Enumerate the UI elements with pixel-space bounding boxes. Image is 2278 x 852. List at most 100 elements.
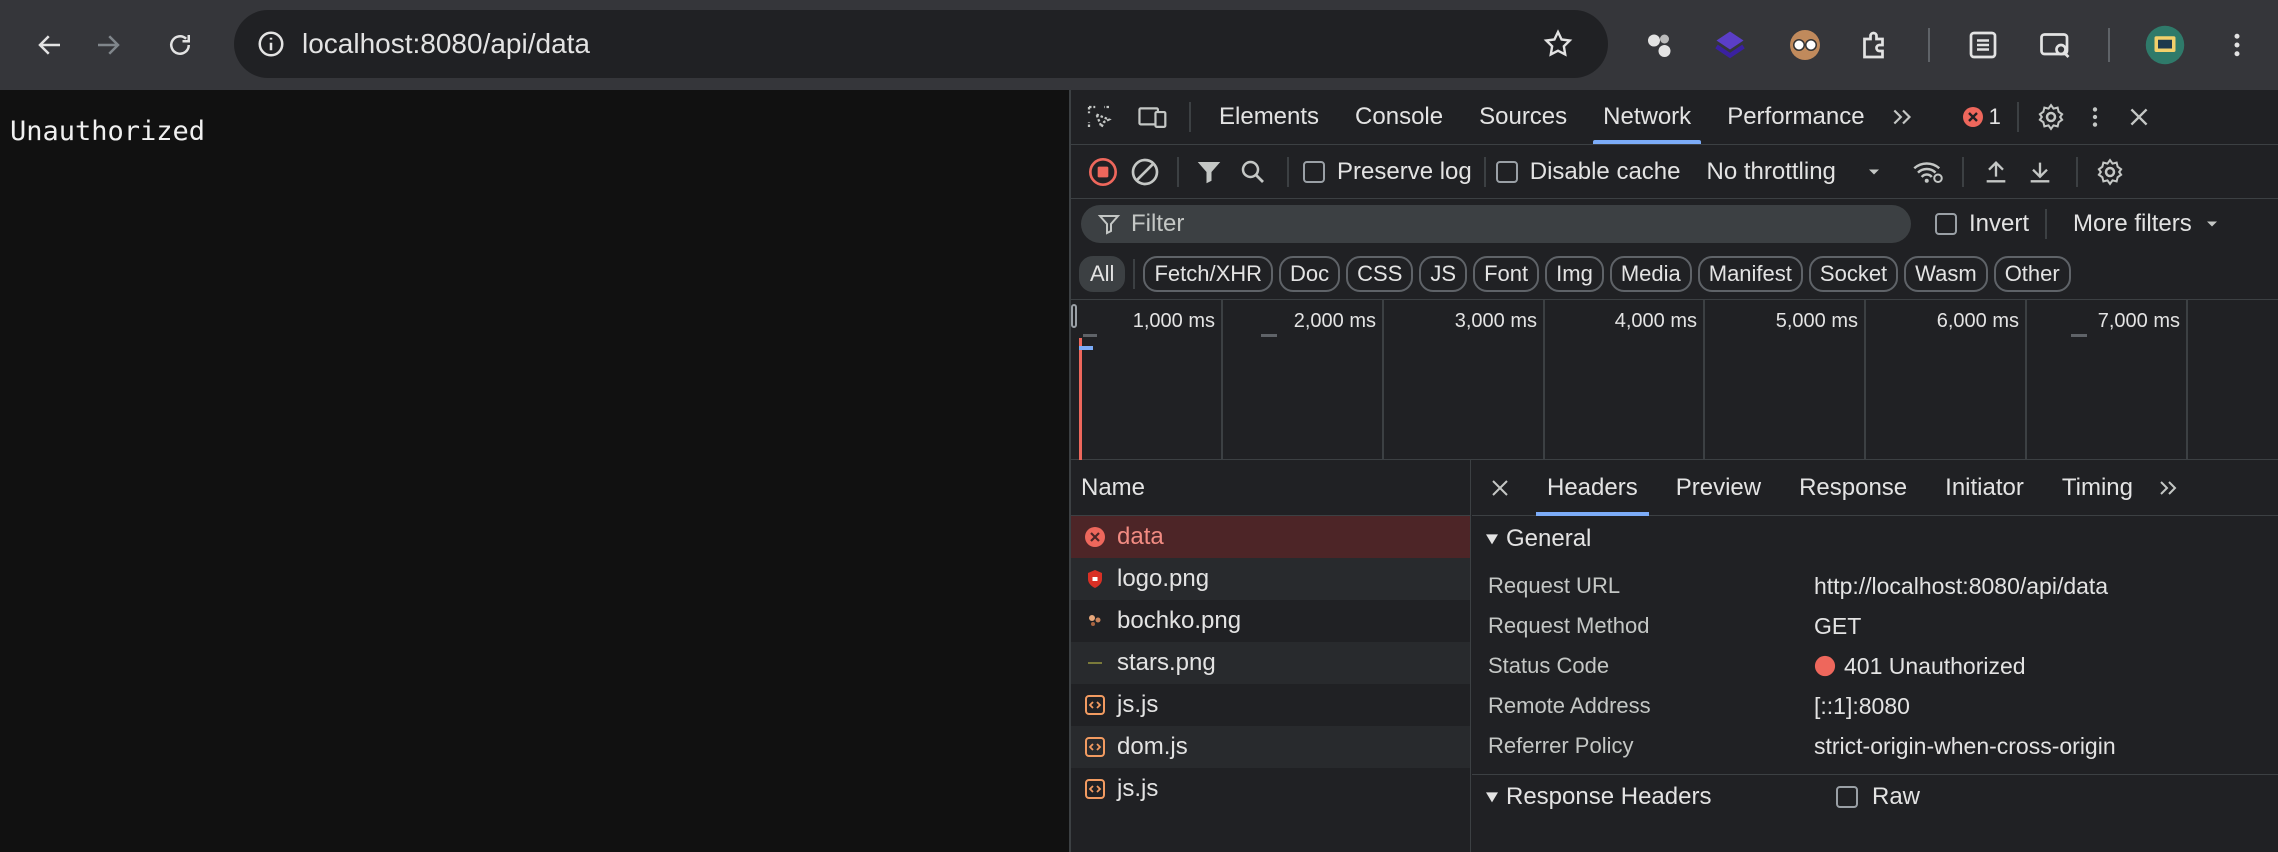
request-row[interactable]: stars.png [1071, 642, 1470, 684]
name-column-header[interactable]: Name [1071, 460, 1470, 516]
tab-network[interactable]: Network [1585, 90, 1709, 144]
forward-icon[interactable] [86, 23, 130, 67]
stop-recording-icon[interactable] [1083, 152, 1123, 192]
devtools-menu-icon[interactable] [2073, 90, 2117, 144]
bookmark-star-icon[interactable] [1540, 26, 1576, 62]
extension-cube-icon[interactable] [1707, 22, 1753, 68]
search-tabs-icon[interactable] [2032, 22, 2078, 68]
dropdown-arrow-icon [2206, 221, 2217, 227]
filter-placeholder: Filter [1131, 210, 1185, 237]
import-har-icon[interactable] [1974, 152, 2018, 192]
request-rows: data logo.png bochko.png stars.png js.js… [1071, 516, 1470, 810]
request-details-pane: Headers Preview Response Initiator Timin… [1472, 460, 2278, 852]
chrome-menu-icon[interactable] [2214, 22, 2260, 68]
network-overview-timeline[interactable]: 1,000 ms 2,000 ms 3,000 ms 4,000 ms 5,00… [1071, 300, 2278, 460]
header-key: Status Code [1488, 653, 1610, 678]
disable-cache-checkbox[interactable] [1495, 160, 1518, 183]
tick-label: 1,000 ms [1132, 310, 1215, 332]
request-row[interactable]: js.js [1071, 684, 1470, 726]
divider [1483, 156, 1486, 187]
section-title: Response Headers [1506, 783, 1712, 810]
script-file-icon [1085, 737, 1105, 757]
filter-chip-socket[interactable]: Socket [1808, 256, 1899, 292]
filter-chip-manifest[interactable]: Manifest [1697, 256, 1803, 292]
preserve-log-checkbox[interactable] [1303, 160, 1325, 183]
filter-chip-doc[interactable]: Doc [1279, 256, 1341, 292]
request-row[interactable]: logo.png [1071, 558, 1470, 600]
resource-type-filters: All Fetch/XHR Doc CSS JS Font Img Media … [1071, 249, 2278, 300]
url-text[interactable]: localhost:8080/api/data [302, 28, 590, 60]
request-row[interactable]: js.js [1071, 768, 1470, 810]
more-tabs-chevron-icon[interactable] [1883, 90, 1923, 144]
timeline-tick: 1,000 ms [1133, 300, 1223, 460]
back-icon[interactable] [28, 23, 72, 67]
header-value: http://localhost:8080/api/data [1814, 572, 2109, 599]
divider [2045, 209, 2048, 239]
close-devtools-icon[interactable] [2117, 90, 2161, 144]
tab-response[interactable]: Response [1780, 460, 1926, 516]
request-row[interactable]: data [1071, 516, 1470, 558]
filter-input[interactable]: Filter [1081, 205, 1911, 243]
devtools-tab-bar: Elements Console Sources Network Perform… [1071, 90, 2278, 145]
tab-initiator[interactable]: Initiator [1926, 460, 2043, 516]
extensions-puzzle-icon[interactable] [1852, 22, 1898, 68]
tab-timing[interactable]: Timing [2043, 460, 2152, 516]
triangle-down-icon [1486, 534, 1498, 545]
response-headers-section-header[interactable]: Response Headers Raw [1472, 775, 2278, 819]
profile-avatar[interactable] [2142, 22, 2188, 68]
throttling-select[interactable]: No throttling [1706, 158, 1883, 186]
filter-funnel-icon[interactable] [1189, 152, 1229, 192]
tab-elements[interactable]: Elements [1201, 90, 1337, 144]
network-conditions-wifi-icon[interactable] [1904, 152, 1952, 192]
filter-chip-other[interactable]: Other [1993, 256, 2071, 292]
timeline-start-marker [1079, 338, 1082, 460]
more-filters-dropdown[interactable]: More filters [2073, 210, 2222, 238]
toolbar-divider [2108, 28, 2110, 62]
filter-chip-font[interactable]: Font [1473, 256, 1540, 292]
timeline-start-handle[interactable] [1071, 304, 1077, 328]
tab-headers[interactable]: Headers [1528, 460, 1657, 516]
device-toolbar-icon[interactable] [1127, 90, 1179, 144]
clear-icon[interactable] [1123, 152, 1167, 192]
header-value: GET [1814, 612, 1862, 639]
filter-chip-fetch-xhr[interactable]: Fetch/XHR [1143, 256, 1274, 292]
close-details-icon[interactable] [1472, 460, 1528, 516]
invert-checkbox[interactable] [1935, 213, 1957, 235]
tab-preview[interactable]: Preview [1657, 460, 1780, 516]
request-name: logo.png [1117, 565, 1210, 592]
header-key: Referrer Policy [1488, 733, 1634, 758]
filter-chip-wasm[interactable]: Wasm [1904, 256, 1988, 292]
tab-console[interactable]: Console [1337, 90, 1461, 144]
filter-chip-css[interactable]: CSS [1346, 256, 1414, 292]
inspect-element-icon[interactable] [1071, 90, 1127, 144]
site-info-icon[interactable] [254, 27, 288, 61]
details-tab-bar: Headers Preview Response Initiator Timin… [1472, 460, 2278, 516]
settings-gear-icon[interactable] [2029, 90, 2073, 144]
raw-checkbox[interactable] [1836, 786, 1858, 808]
reload-icon[interactable] [158, 23, 202, 67]
tab-sources[interactable]: Sources [1461, 90, 1585, 144]
network-toolbar: Preserve log Disable cache No throttling [1071, 145, 2278, 199]
network-settings-gear-icon[interactable] [2088, 152, 2132, 192]
extension-glasses-icon[interactable] [1782, 22, 1828, 68]
general-section-header[interactable]: General [1472, 518, 2278, 560]
section-title: General [1506, 525, 1592, 552]
tick-label: 3,000 ms [1454, 310, 1537, 332]
filter-chip-all[interactable]: All [1079, 256, 1126, 292]
filter-chip-media[interactable]: Media [1609, 256, 1692, 292]
filter-chip-img[interactable]: Img [1545, 256, 1604, 292]
reading-list-icon[interactable] [1960, 22, 2006, 68]
more-tabs-chevron-icon[interactable] [2152, 460, 2186, 516]
filter-chip-js[interactable]: JS [1419, 256, 1468, 292]
extension-circles-icon[interactable] [1637, 22, 1683, 68]
search-icon[interactable] [1229, 152, 1277, 192]
timeline-tick: 3,000 ms [1455, 300, 1545, 460]
address-bar[interactable]: localhost:8080/api/data [234, 10, 1608, 78]
request-row[interactable]: dom.js [1071, 726, 1470, 768]
export-har-icon[interactable] [2018, 152, 2062, 192]
tab-performance[interactable]: Performance [1709, 90, 1882, 144]
page-body-text: Unauthorized [10, 116, 206, 147]
error-count-badge[interactable]: 1 [1961, 90, 2001, 144]
request-row[interactable]: bochko.png [1071, 600, 1470, 642]
raw-label: Raw [1872, 783, 1921, 810]
